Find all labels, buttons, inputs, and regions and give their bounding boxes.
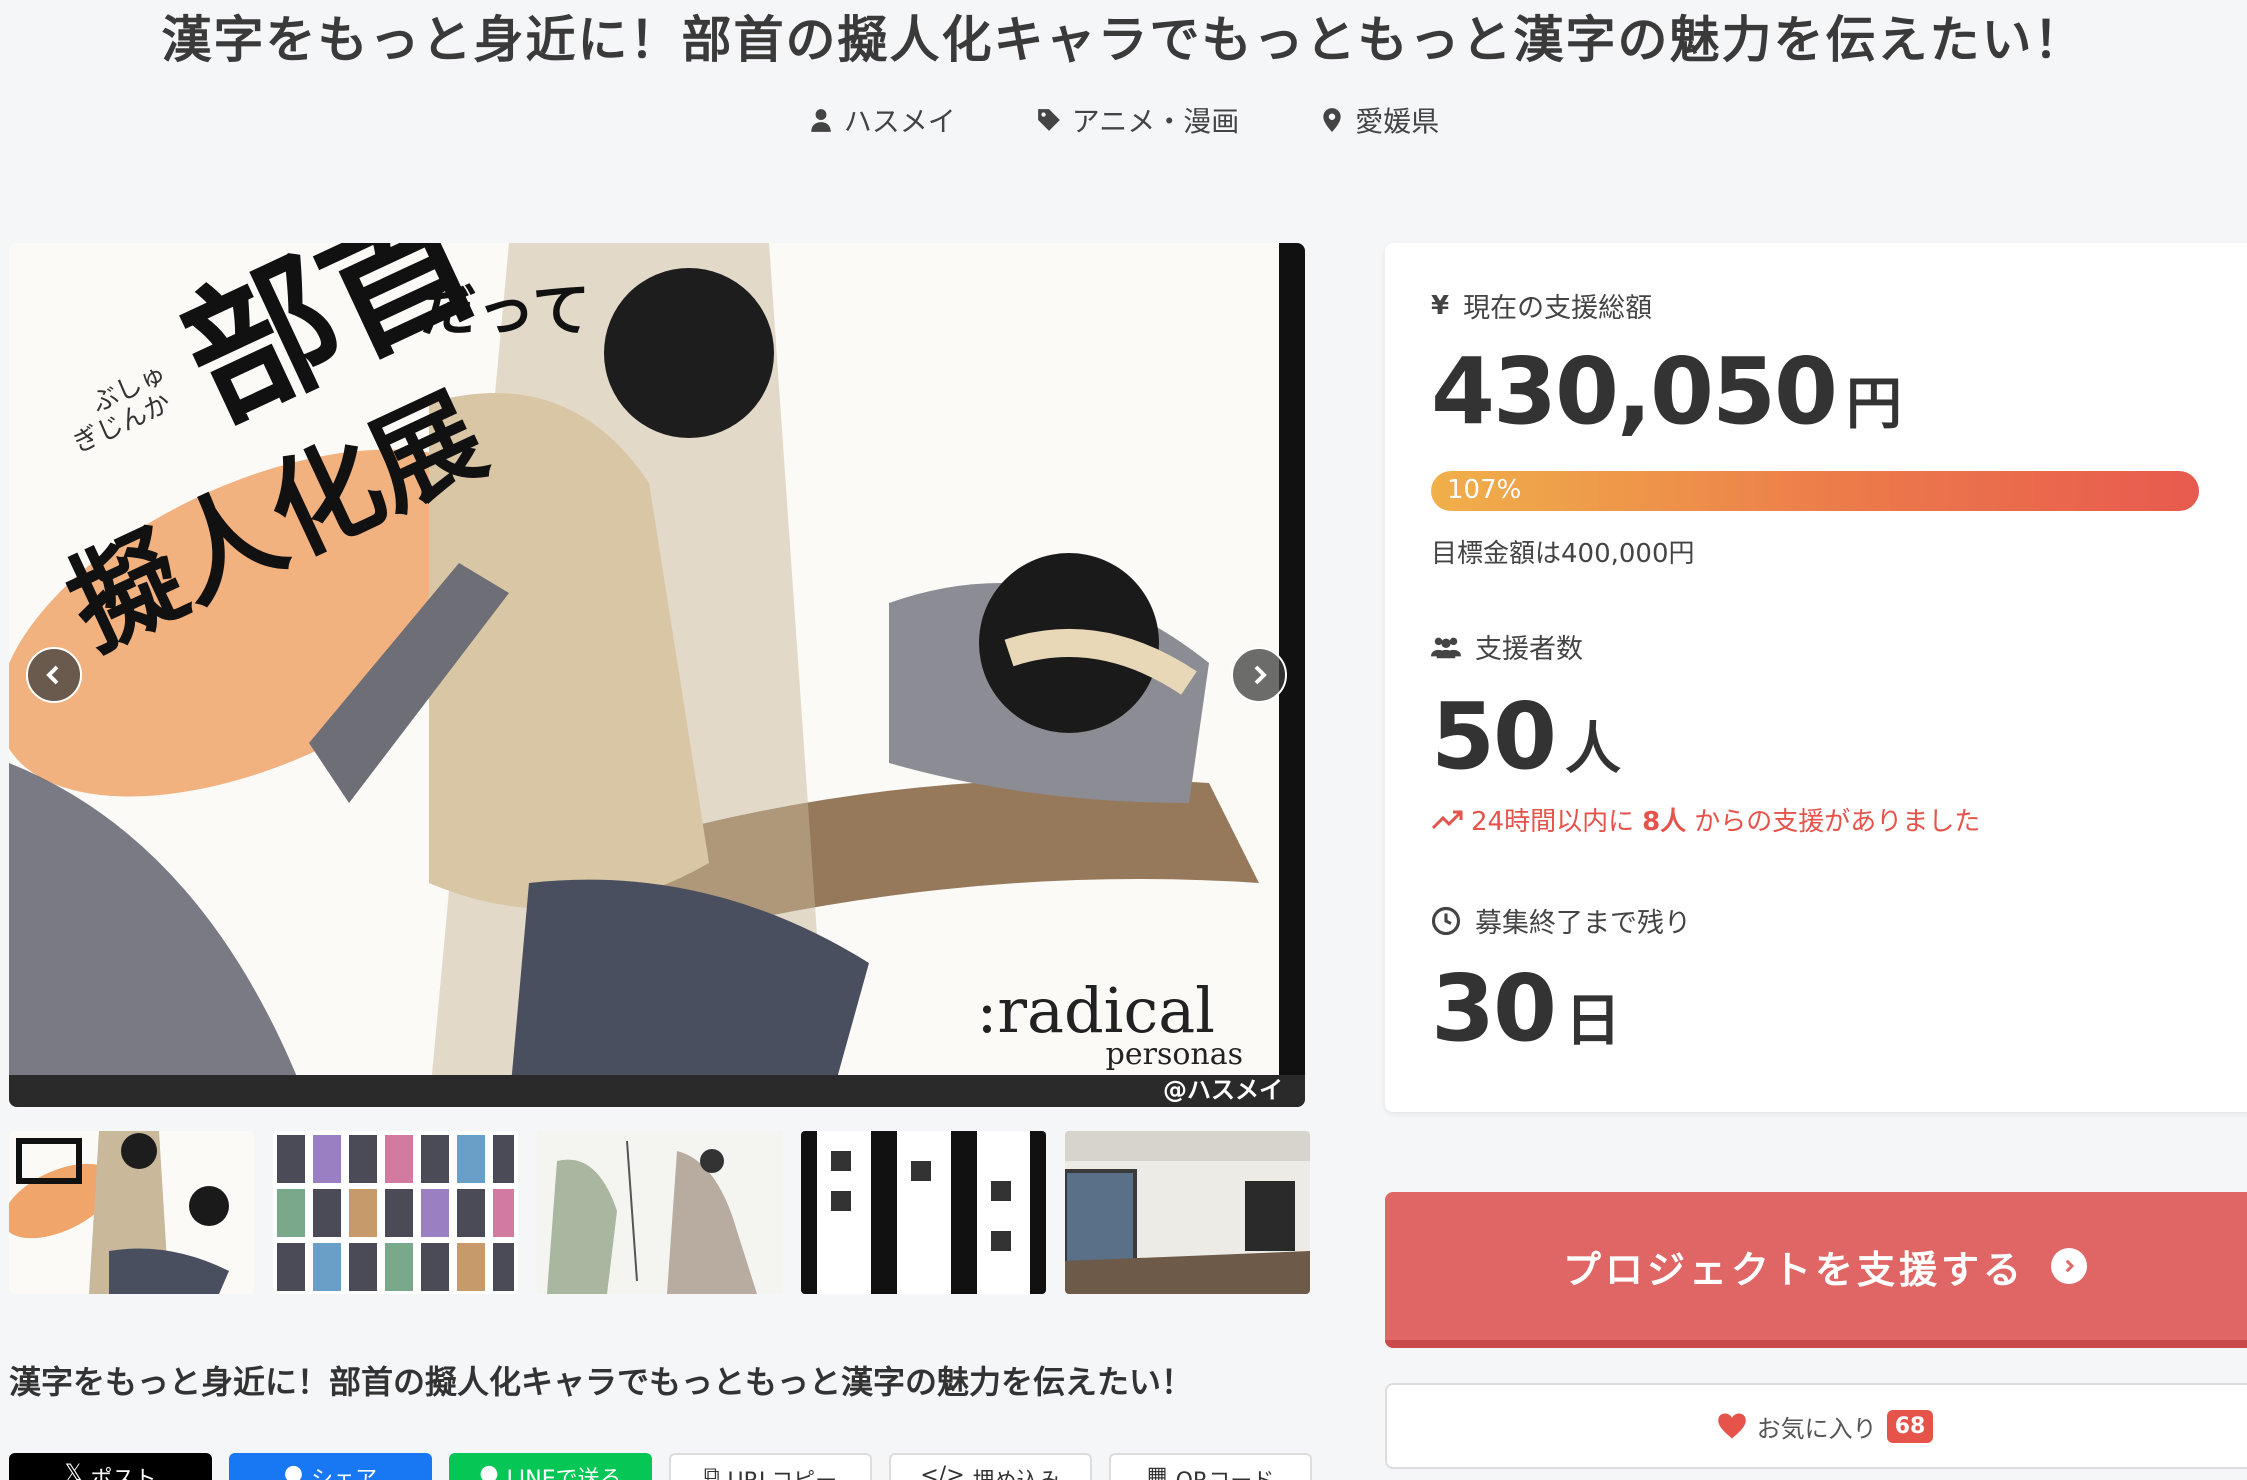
heart-icon: [1717, 1413, 1746, 1439]
users-icon: [1431, 637, 1461, 658]
qr-code-label: QRコード: [1176, 1463, 1275, 1480]
thumbnail-4[interactable]: [801, 1131, 1046, 1294]
thumbnail-image: [537, 1131, 782, 1294]
share-x-button[interactable]: 𝕏 ポスト: [9, 1453, 212, 1480]
share-facebook-label: シェア: [311, 1467, 378, 1480]
backers-unit: 人: [1565, 717, 1622, 782]
location-name: 愛媛県: [1355, 105, 1440, 138]
project-title: 漢字をもっと身近に！部首の擬人化キャラでもっともっと漢字の魅力を伝えたい！: [161, 11, 2086, 69]
amount-number: 430,050: [1431, 338, 1838, 445]
qr-code-button[interactable]: ▦ QRコード: [1109, 1453, 1312, 1480]
amount-label-row: ¥ 現在の支援総額: [1431, 286, 1652, 325]
thumbnail-image: [801, 1131, 1046, 1294]
remaining-value: 30 日: [1431, 955, 1621, 1062]
share-facebook-button[interactable]: ● シェア: [229, 1453, 432, 1480]
recent-support-notice: 24時間以内に 8人 からの支援がありました: [1431, 801, 1980, 838]
qr-icon: ▦: [1146, 1463, 1168, 1480]
project-meta: ハスメイ アニメ・漫画 愛媛県: [0, 100, 2247, 140]
hero-brand-sub: personas: [1105, 1037, 1243, 1072]
support-button-label: プロジェクトを支援する: [1562, 1247, 2025, 1292]
support-project-button[interactable]: プロジェクトを支援する: [1385, 1192, 2247, 1348]
remaining-unit: 日: [1565, 989, 1622, 1054]
thumbnail-3[interactable]: [537, 1131, 782, 1294]
author-name: ハスメイ: [843, 105, 956, 138]
copy-icon: ⧉: [703, 1463, 720, 1480]
share-line-label: LINEで送る: [506, 1467, 622, 1480]
project-subtitle: 漢字をもっと身近に！部首の擬人化キャラでもっともっと漢字の魅力を伝えたい！: [9, 1363, 1194, 1401]
embed-label: 埋め込み: [973, 1463, 1061, 1480]
remaining-number: 30: [1431, 955, 1557, 1062]
trending-up-icon: [1431, 810, 1463, 829]
thumbnail-5[interactable]: [1065, 1131, 1310, 1294]
amount-label: 現在の支援総額: [1463, 293, 1653, 324]
hero-bottom-bar: [9, 1075, 1305, 1107]
tag-icon: [1037, 109, 1060, 131]
hero-credit: @ハスメイ: [1163, 1076, 1283, 1104]
hero-image: だって 部首 擬人化展 ぶしゅ ぎじんか :radical personas @…: [9, 243, 1305, 1107]
facebook-icon: ●: [283, 1461, 304, 1480]
backers-label-row: 支援者数: [1431, 627, 1583, 666]
location-link[interactable]: 愛媛県: [1319, 100, 1439, 140]
amount-unit: 円: [1846, 372, 1903, 437]
amount-value: 430,050 円: [1431, 338, 1902, 445]
progress-percent: 107%: [1447, 475, 1522, 505]
thumbnail-image: [1065, 1131, 1310, 1294]
embed-button[interactable]: </> 埋め込み: [889, 1453, 1092, 1480]
goal-amount: 目標金額は400,000円: [1431, 539, 1695, 569]
category-name: アニメ・漫画: [1071, 105, 1240, 138]
carousel-prev-button[interactable]: [26, 647, 82, 703]
recent-count: 8人: [1642, 807, 1687, 837]
recent-suffix: からの支援がありました: [1694, 807, 1981, 837]
backers-number: 50: [1431, 683, 1557, 790]
author-link[interactable]: ハスメイ: [808, 100, 956, 140]
location-pin-icon: [1323, 108, 1341, 132]
share-buttons: 𝕏 ポスト ● シェア ● LINEで送る ⧉ URLコピー </> 埋め込み ▦ QRコー…: [9, 1453, 1312, 1480]
line-icon: ●: [479, 1461, 499, 1480]
thumbnail-1[interactable]: [9, 1131, 254, 1294]
chevron-left-icon: [46, 665, 59, 685]
clock-icon: [1431, 906, 1461, 935]
url-copy-label: URLコピー: [728, 1463, 838, 1480]
chevron-right-icon: [1254, 665, 1267, 685]
funding-stats-panel: ¥ 現在の支援総額 430,050 円 107% 目標金額は400,000円 支援…: [1385, 243, 2247, 1112]
favorite-label: お気に入り: [1756, 1414, 1877, 1443]
remaining-label-row: 募集終了まで残り: [1431, 901, 1691, 940]
thumbnail-strip: [9, 1131, 1310, 1294]
favorite-button[interactable]: お気に入り 68: [1385, 1383, 2247, 1469]
yen-icon: ¥: [1431, 290, 1450, 321]
thumbnail-2[interactable]: [273, 1131, 518, 1294]
remaining-label: 募集終了まで残り: [1475, 908, 1691, 939]
progress-bar: 107%: [1431, 471, 2199, 511]
share-line-button[interactable]: ● LINEで送る: [449, 1453, 652, 1480]
backers-value: 50 人: [1431, 683, 1621, 790]
user-icon: [811, 109, 831, 132]
favorite-count-badge: 68: [1886, 1409, 1934, 1443]
thumbnail-image: [9, 1131, 254, 1294]
share-x-label: ポスト: [90, 1467, 157, 1480]
code-icon: </>: [920, 1463, 965, 1480]
backers-label: 支援者数: [1475, 634, 1583, 665]
category-link[interactable]: アニメ・漫画: [1036, 100, 1239, 140]
arrow-right-circle-icon: [2051, 1248, 2087, 1284]
carousel-next-button[interactable]: [1231, 647, 1287, 703]
recent-prefix: 24時間以内に: [1471, 807, 1635, 837]
thumbnail-image: [273, 1131, 518, 1294]
x-icon: 𝕏: [64, 1461, 83, 1480]
url-copy-button[interactable]: ⧉ URLコピー: [669, 1453, 872, 1480]
